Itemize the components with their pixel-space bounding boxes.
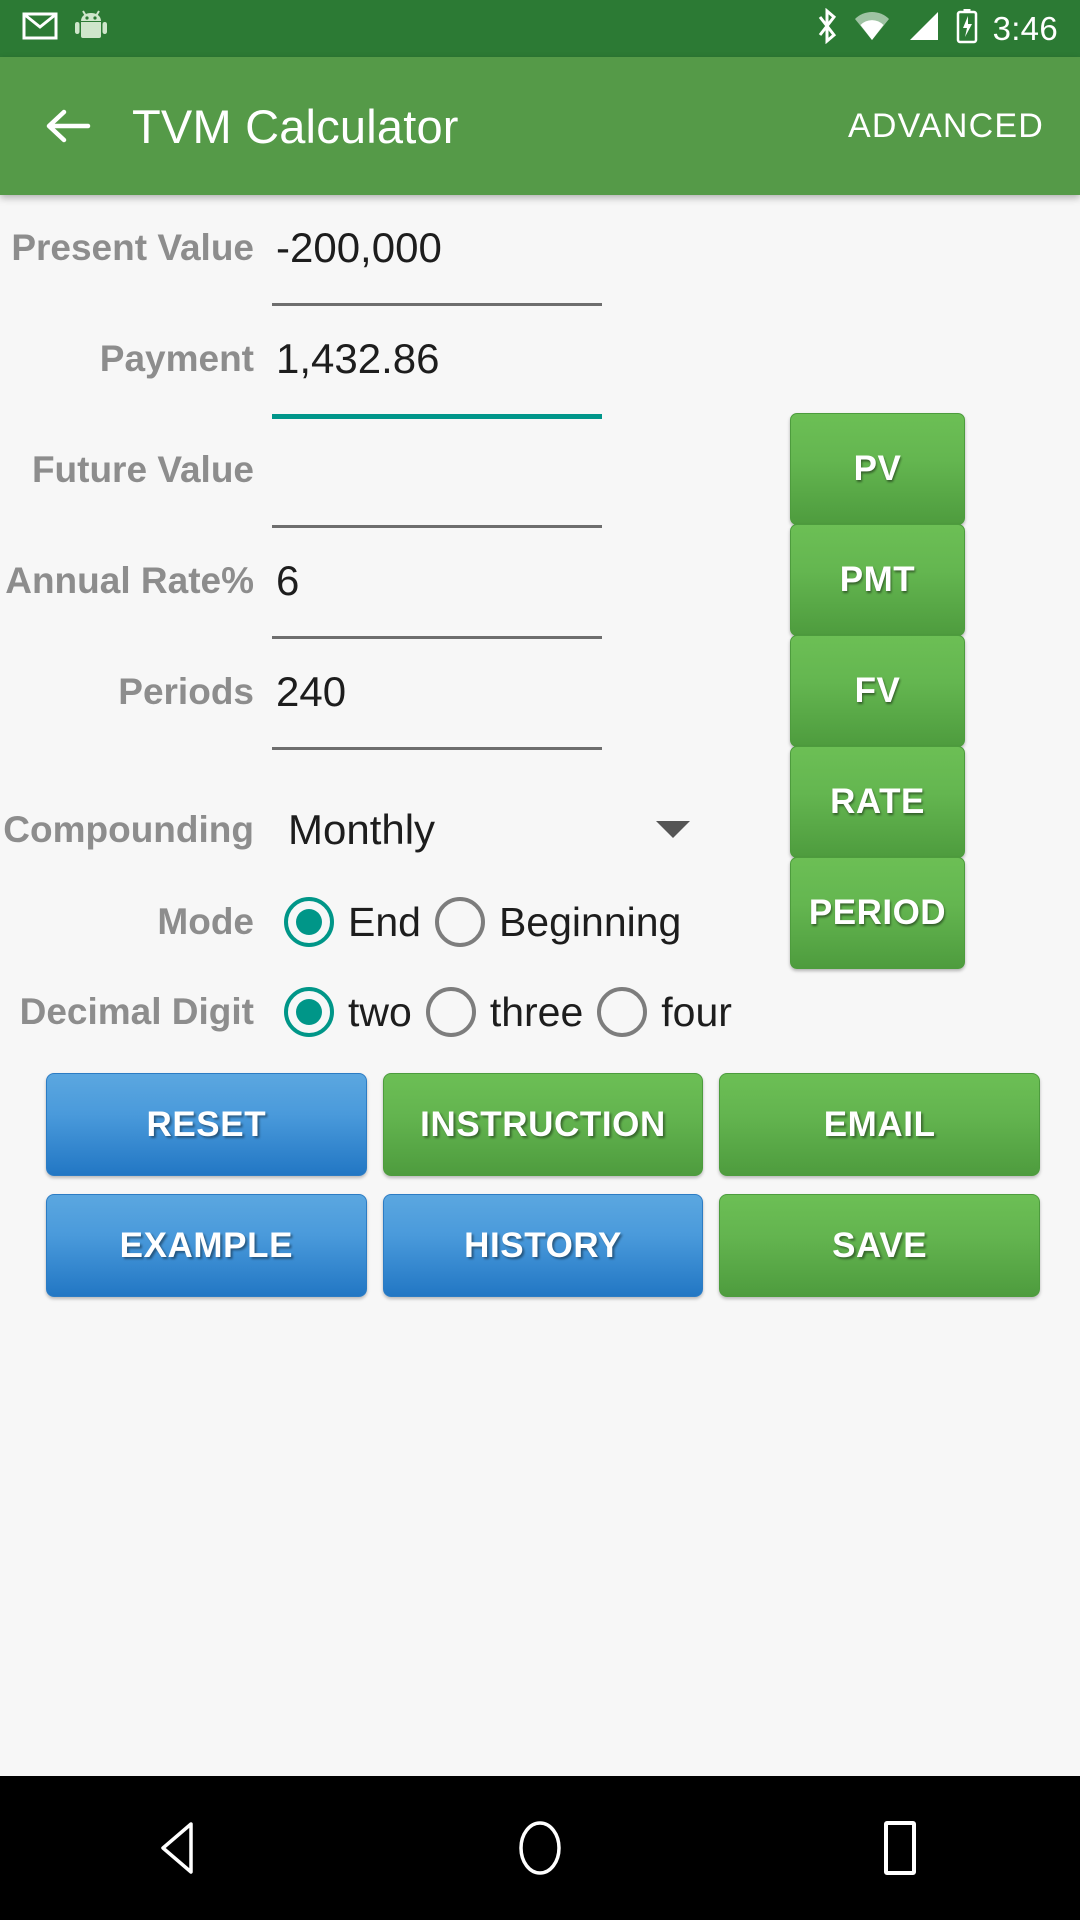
input-periods[interactable]: 240 [272, 671, 602, 782]
label-present-value: Present Value [11, 227, 254, 268]
value-periods: 240 [276, 668, 347, 715]
recents-square-icon[interactable] [840, 1808, 960, 1888]
wifi-icon [853, 11, 891, 46]
decimal-digit-radio-group: two three four [272, 987, 746, 1037]
status-bar: 3:46 [0, 0, 1080, 57]
value-payment: 1,432.86 [276, 335, 440, 382]
label-payment: Payment [99, 338, 254, 379]
underline-payment [272, 414, 602, 419]
value-present-value: -200,000 [276, 224, 442, 271]
label-compounding: Compounding [3, 808, 254, 850]
underline-future-value [272, 525, 602, 528]
home-circle-icon[interactable] [480, 1808, 600, 1888]
field-row-payment: Payment 1,432.86 [0, 338, 1080, 449]
decimal-option-three[interactable]: three [425, 987, 584, 1037]
radio-icon-four[interactable] [597, 987, 648, 1037]
radio-icon-two[interactable] [284, 987, 334, 1037]
history-button[interactable]: HISTORY [382, 1194, 704, 1297]
android-icon [74, 9, 108, 48]
example-button[interactable]: EXAMPLE [46, 1194, 367, 1297]
advanced-button[interactable]: ADVANCED [834, 99, 1058, 154]
email-button[interactable]: EMAIL [719, 1073, 1041, 1176]
input-payment[interactable]: 1,432.86 [272, 338, 602, 449]
mode-option-end[interactable]: End [284, 897, 421, 947]
input-present-value[interactable]: -200,000 [272, 227, 602, 338]
mode-radio-group: End Beginning [272, 897, 695, 947]
chevron-down-icon[interactable] [656, 821, 690, 838]
value-annual-rate: 6 [276, 557, 300, 604]
radio-icon-three[interactable] [425, 987, 476, 1037]
calculator-form: Present Value -200,000 PV Payment 1,432.… [0, 195, 1080, 1297]
period-button[interactable]: PERIOD [790, 857, 965, 969]
status-bar-left-icons [22, 9, 108, 48]
underline-annual-rate [272, 636, 602, 639]
decimal-option-two-label: two [348, 988, 412, 1035]
label-decimal-digit: Decimal Digit [19, 991, 254, 1032]
decimal-option-two[interactable]: two [284, 987, 412, 1037]
label-periods: Periods [118, 671, 254, 712]
action-button-row-2: EXAMPLE HISTORY SAVE [46, 1194, 1041, 1297]
status-bar-right-icons: 3:46 [815, 7, 1058, 49]
field-row-annual-rate: Annual Rate% 6 [0, 560, 1080, 671]
gmail-icon [22, 12, 58, 45]
system-navigation-bar [0, 1776, 1080, 1920]
field-row-present-value: Present Value -200,000 [0, 227, 1080, 338]
decimal-option-four[interactable]: four [597, 987, 732, 1037]
reset-button[interactable]: RESET [46, 1073, 367, 1176]
page-title: TVM Calculator [132, 99, 459, 153]
label-annual-rate: Annual Rate% [5, 560, 254, 601]
back-arrow-icon[interactable] [40, 98, 96, 154]
underline-present-value [272, 303, 602, 306]
label-mode: Mode [157, 901, 254, 942]
instruction-button[interactable]: INSTRUCTION [382, 1073, 704, 1176]
bluetooth-icon [815, 7, 839, 49]
radio-icon-beginning[interactable] [434, 897, 485, 947]
save-button[interactable]: SAVE [719, 1194, 1041, 1297]
label-future-value: Future Value [31, 449, 254, 490]
input-annual-rate[interactable]: 6 [272, 560, 602, 671]
status-bar-clock: 3:46 [992, 9, 1058, 47]
radio-icon-end[interactable] [284, 897, 334, 947]
field-row-future-value: Future Value [0, 449, 1080, 560]
battery-charging-icon [955, 8, 979, 49]
input-future-value[interactable] [272, 449, 602, 560]
action-button-row-1: RESET INSTRUCTION EMAIL [46, 1073, 1041, 1176]
action-button-grid: RESET INSTRUCTION EMAIL EXAMPLE HISTORY … [0, 1057, 1080, 1297]
decimal-option-three-label: three [489, 988, 584, 1035]
mode-option-end-label: End [348, 898, 421, 945]
decimal-digit-row: Decimal Digit two three four [0, 967, 1080, 1057]
field-row-periods: Periods 240 [0, 671, 1080, 782]
back-triangle-icon[interactable] [120, 1808, 240, 1888]
mode-option-beginning[interactable]: Beginning [434, 897, 682, 947]
decimal-option-four-label: four [661, 988, 732, 1035]
underline-periods [272, 747, 602, 750]
signal-icon [905, 11, 941, 46]
compounding-value: Monthly [288, 805, 436, 853]
app-bar: TVM Calculator ADVANCED [0, 57, 1080, 195]
mode-option-beginning-label: Beginning [498, 898, 682, 945]
